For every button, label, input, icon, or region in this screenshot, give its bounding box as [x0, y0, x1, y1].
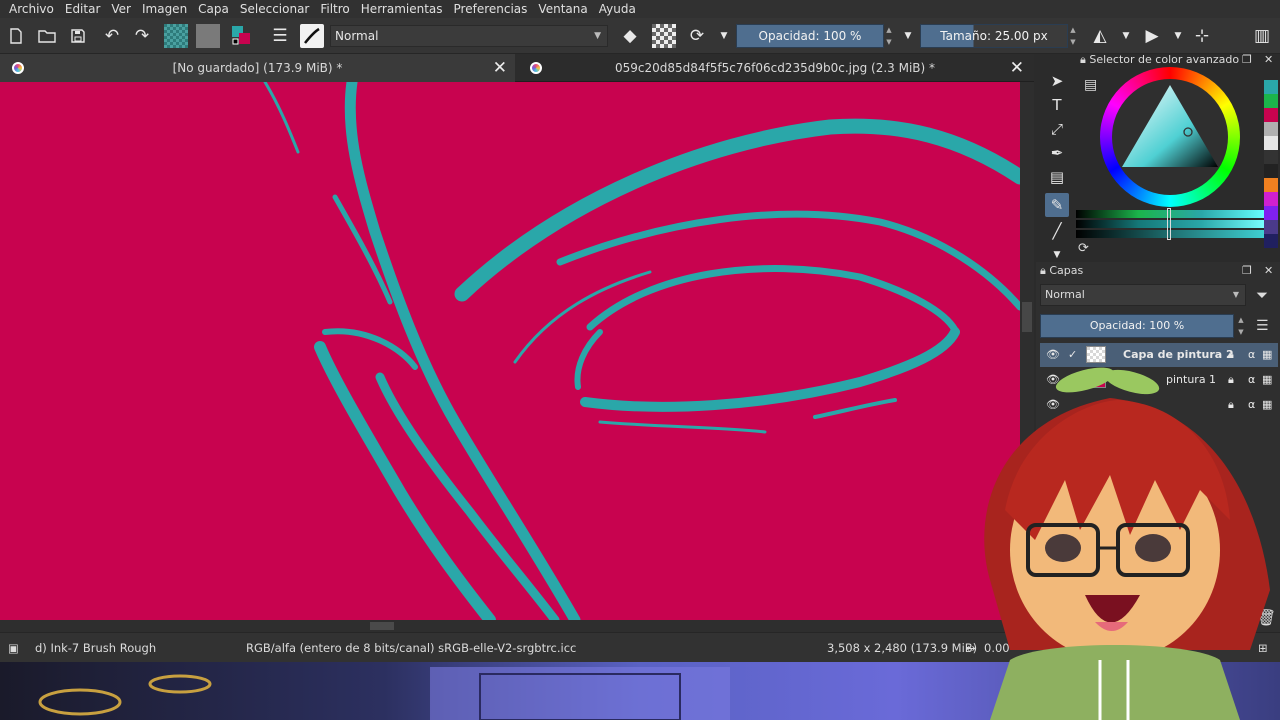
blend-mode-select[interactable]: Normal ▼: [330, 25, 608, 47]
panel-toggle-icon[interactable]: ▥: [1250, 24, 1274, 48]
opacity-spinner[interactable]: ▲ ▼: [884, 24, 894, 48]
close-icon[interactable]: ✕: [493, 54, 507, 82]
layer-opacity-label: Opacidad: 100 %: [1089, 319, 1185, 332]
eraser-icon[interactable]: ◆: [618, 24, 642, 48]
lock-icon[interactable]: 🔒︎: [1080, 53, 1086, 66]
chevron-down-icon[interactable]: ▼: [1166, 24, 1190, 48]
size-slider[interactable]: Tamaño: 25.00 px: [920, 24, 1068, 48]
redo-icon[interactable]: ↷: [130, 24, 154, 48]
menu-filtro[interactable]: Filtro: [315, 2, 355, 16]
menu-ventana[interactable]: Ventana: [533, 2, 593, 16]
reload-preset-icon[interactable]: ⟳: [685, 24, 709, 48]
layers-docker-header: 🔒︎ Capas: [1040, 262, 1083, 280]
refresh-icon[interactable]: ⟳: [1078, 240, 1089, 258]
color-wheel[interactable]: [1100, 67, 1240, 207]
opacity-slider[interactable]: Opacidad: 100 %: [736, 24, 884, 48]
text-tool-icon[interactable]: T: [1045, 93, 1069, 117]
menu-seleccionar[interactable]: Seleccionar: [235, 2, 315, 16]
status-color-space: RGB/alfa (entero de 8 bits/canal) sRGB-e…: [246, 641, 577, 655]
alpha-lock-icon[interactable]: [652, 24, 676, 48]
mirror-vertical-icon[interactable]: ▶: [1140, 24, 1164, 48]
menu-preferencias[interactable]: Preferencias: [449, 2, 534, 16]
menu-capa[interactable]: Capa: [193, 2, 235, 16]
menu-editar[interactable]: Editar: [60, 2, 107, 16]
layer-blend-mode-value: Normal: [1045, 288, 1085, 301]
menu-herramientas[interactable]: Herramientas: [356, 2, 449, 16]
menu-icon[interactable]: ☰: [1256, 318, 1269, 334]
close-icon[interactable]: ✕: [1264, 262, 1273, 280]
list-icon[interactable]: ▤: [1084, 76, 1097, 94]
status-brush-name: d) Ink-7 Brush Rough: [35, 641, 157, 655]
layer-opacity-spinner[interactable]: ▲ ▼: [1236, 314, 1246, 338]
chevron-down-icon[interactable]: ▼: [1114, 24, 1138, 48]
open-folder-icon[interactable]: [35, 24, 59, 48]
color-marker[interactable]: [1167, 208, 1171, 240]
chevron-down-icon: ▼: [1232, 290, 1239, 299]
size-slider-label: Tamaño: 25.00 px: [940, 29, 1048, 43]
layer-blend-mode-select[interactable]: Normal ▼: [1040, 284, 1246, 306]
close-icon[interactable]: ✕: [1010, 54, 1024, 82]
size-spinner[interactable]: ▲ ▼: [1068, 24, 1078, 48]
pattern-fill-icon[interactable]: [164, 24, 188, 48]
brush-tool-icon[interactable]: ✎: [1045, 193, 1069, 217]
lock-icon[interactable]: 🔒︎: [1040, 264, 1046, 277]
tab-label: [No guardado] (173.9 MiB) *: [172, 61, 343, 75]
menu-ver[interactable]: Ver: [106, 2, 137, 16]
chevron-down-icon: ▼: [594, 31, 601, 41]
chevron-down-icon[interactable]: ▼: [712, 24, 736, 48]
color-swap-icon[interactable]: [230, 24, 254, 48]
brush-settings-icon[interactable]: ☰: [268, 24, 292, 48]
transform-tool-icon[interactable]: ⤢: [1045, 117, 1069, 141]
line-tool-icon[interactable]: ╱: [1045, 219, 1069, 243]
vtuber-avatar: [950, 360, 1280, 720]
document-tab-bar: [No guardado] (173.9 MiB) * ✕ 059c20d85d…: [0, 54, 1034, 82]
color-docker-title: Selector de color avanzado: [1089, 53, 1240, 66]
color-swatches[interactable]: [1264, 80, 1278, 260]
tab-unsaved-document[interactable]: [No guardado] (173.9 MiB) * ✕: [0, 54, 515, 82]
tab-jpg-document[interactable]: 059c20d85d84f5f5c76f06cd235d9b0c.jpg (2.…: [518, 54, 1032, 82]
filter-icon[interactable]: ⏷: [1256, 286, 1268, 304]
canvas-strokes: [263, 82, 1020, 620]
layer-opacity-slider[interactable]: Opacidad: 100 %: [1040, 314, 1234, 338]
pen-tool-icon[interactable]: ✒: [1045, 141, 1069, 165]
color-triangle[interactable]: [1100, 67, 1240, 207]
new-document-icon[interactable]: [4, 24, 28, 48]
layers-docker-title: Capas: [1049, 264, 1084, 277]
tool-column: ➤ T ⤢ ✒ ▤ ✎ ╱ ▼: [1040, 65, 1074, 260]
float-icon[interactable]: ❐: [1242, 262, 1252, 280]
drawing-canvas[interactable]: [0, 82, 1020, 620]
mirror-horizontal-icon[interactable]: ◭: [1088, 24, 1112, 48]
pointer-tool-icon[interactable]: ➤: [1045, 69, 1069, 93]
close-icon[interactable]: ✕: [1264, 51, 1273, 69]
wrap-around-icon[interactable]: ⊹: [1190, 24, 1214, 48]
brush-preset-icon[interactable]: [300, 24, 324, 48]
undo-icon[interactable]: ↶: [100, 24, 124, 48]
chevron-down-icon[interactable]: ▼: [896, 24, 920, 48]
menu-imagen[interactable]: Imagen: [137, 2, 193, 16]
main-toolbar: ↶ ↷ ☰ Normal ▼ ◆ ⟳ ▼ Opacidad: 100 % ▲ ▼ …: [0, 18, 1280, 54]
gradient-icon[interactable]: [196, 24, 220, 48]
opacity-slider-label: Opacidad: 100 %: [758, 29, 862, 43]
save-icon[interactable]: [66, 24, 90, 48]
blend-mode-value: Normal: [335, 29, 379, 43]
menu-bar: Archivo Editar Ver Imagen Capa Seleccion…: [0, 0, 1280, 18]
scroll-thumb[interactable]: [1022, 302, 1032, 332]
menu-archivo[interactable]: Archivo: [4, 2, 60, 16]
menu-ayuda[interactable]: Ayuda: [594, 2, 642, 16]
float-icon[interactable]: ❐: [1242, 51, 1252, 69]
fill-tool-icon[interactable]: ▤: [1045, 165, 1069, 189]
brush-preview-icon[interactable]: ▣: [8, 641, 19, 655]
tab-label: 059c20d85d84f5f5c76f06cd235d9b0c.jpg (2.…: [614, 61, 936, 75]
horizontal-scrollbar[interactable]: [0, 620, 1034, 632]
scroll-thumb[interactable]: [370, 622, 394, 630]
